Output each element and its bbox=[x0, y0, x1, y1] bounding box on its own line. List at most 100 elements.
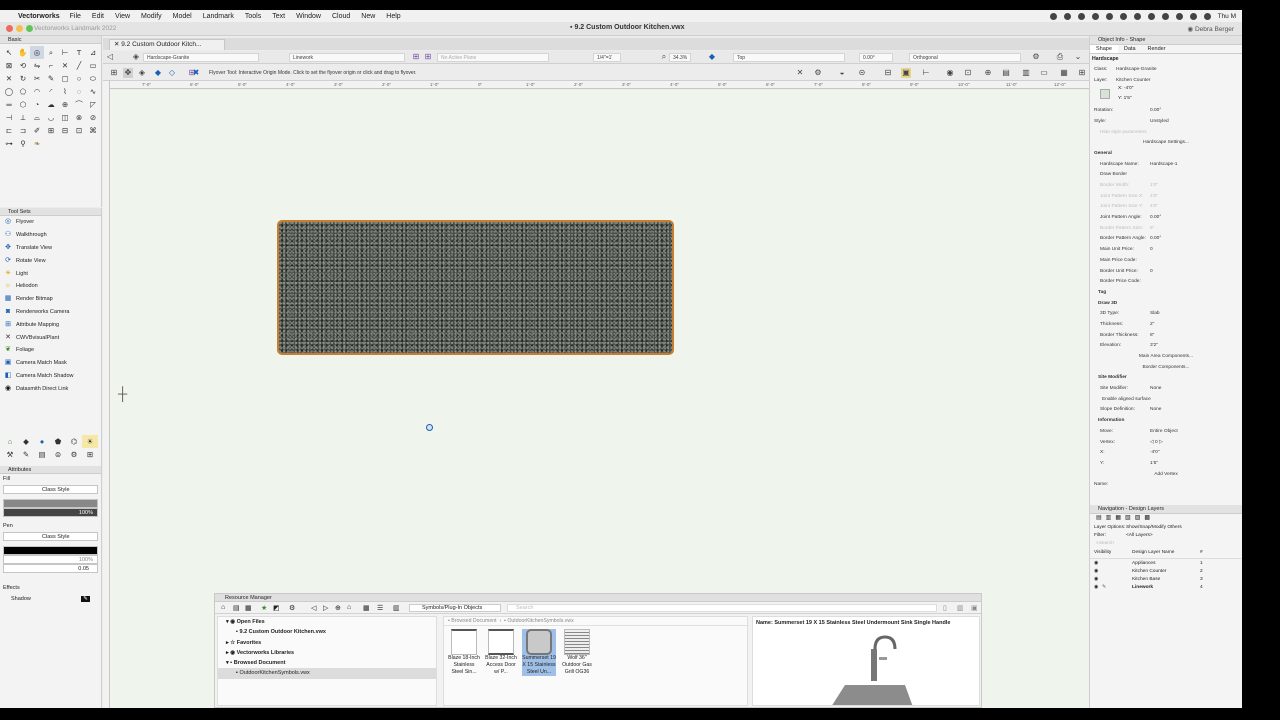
pan-tool-icon[interactable]: ✋ bbox=[16, 46, 30, 59]
oip-draw3d-section[interactable]: Draw 3D bbox=[1090, 298, 1242, 309]
landscape-brush-icon[interactable]: ❧ bbox=[30, 137, 44, 150]
oip-enable-aligned-row[interactable]: Enable aligned surface bbox=[1090, 394, 1242, 405]
col-layer-number[interactable]: # bbox=[1200, 550, 1203, 555]
oval-tool-icon[interactable]: ⬭ bbox=[86, 72, 100, 85]
oip-slope-select[interactable]: None bbox=[1148, 407, 1242, 412]
crumb-browsed-document[interactable]: Browsed Document bbox=[451, 618, 496, 624]
snap-c-icon[interactable]: ◒ bbox=[837, 68, 847, 78]
mode-b-icon[interactable]: ◈ bbox=[137, 68, 147, 78]
snap-b-icon[interactable]: ⚙ bbox=[813, 68, 823, 78]
filter-select[interactable]: <All Layers> bbox=[1126, 533, 1153, 538]
rounded-rect-tool-icon[interactable]: ▢ bbox=[58, 72, 72, 85]
oip-move-select[interactable]: Entire Object bbox=[1148, 429, 1242, 434]
oip-vertex-stepper[interactable]: ◁ 0 ▷ bbox=[1148, 440, 1242, 445]
shape-c-icon[interactable]: ◫ bbox=[58, 111, 72, 124]
menu-modify[interactable]: Modify bbox=[141, 13, 162, 20]
fill-style-select[interactable]: Class Style bbox=[3, 485, 98, 494]
library-filter-select[interactable]: Symbols/Plug-In Objects bbox=[409, 604, 501, 612]
add-vertex-button[interactable]: Add Vertex bbox=[1090, 469, 1242, 480]
attribute-tool-icon[interactable]: ✕ bbox=[2, 72, 16, 85]
trim-tool-icon[interactable]: ⊣ bbox=[2, 111, 16, 124]
text-tool-icon[interactable]: T bbox=[72, 46, 86, 59]
nav-tab-f-icon[interactable]: ▩ bbox=[1144, 514, 1150, 523]
snap-j-icon[interactable]: ⊕ bbox=[983, 68, 993, 78]
wifi-icon[interactable] bbox=[1133, 12, 1141, 20]
rm-folder-icon[interactable]: ▤ bbox=[233, 604, 240, 612]
callout-tool-icon[interactable]: ⊿ bbox=[86, 46, 100, 59]
tree-current-file[interactable]: ▪ 9.2 Custom Outdoor Kitchen.vwx bbox=[218, 627, 436, 637]
connect-tool-icon[interactable]: ⟂ bbox=[16, 111, 30, 124]
tool-translate-view[interactable]: ✥ Translate View bbox=[0, 242, 101, 255]
menu-tools[interactable]: Tools bbox=[245, 13, 261, 20]
pencil-tool-icon[interactable]: ✐ bbox=[30, 124, 44, 137]
centerline-tool-icon[interactable]: ⊕ bbox=[58, 98, 72, 111]
oip-row-field[interactable]: 0 bbox=[1148, 269, 1242, 274]
oip-hide-style-row[interactable]: Hide style parameters bbox=[1090, 127, 1242, 138]
oip-row-field[interactable]: 6" bbox=[1148, 226, 1242, 231]
rm-up-icon[interactable]: ⊕ bbox=[335, 604, 341, 612]
nav-tab-e-icon[interactable]: ▨ bbox=[1135, 514, 1141, 523]
snap-n-icon[interactable]: ▦ bbox=[1059, 68, 1069, 78]
tree-browsed-file[interactable]: ▪ OutdoorKitchenSymbols.vwx bbox=[218, 668, 436, 679]
menu-new[interactable]: New bbox=[361, 13, 375, 20]
nav-tab-d-icon[interactable]: ▧ bbox=[1125, 514, 1131, 523]
tool-camera-match-shadow[interactable]: ◧ Camera Match Shadow bbox=[0, 370, 101, 383]
selection-tool-icon[interactable]: ↖ bbox=[2, 46, 16, 59]
granite-countertop-hardscape[interactable] bbox=[277, 220, 674, 355]
tool-set-e-icon[interactable]: ⌬ bbox=[66, 435, 82, 448]
rm-favorite-icon[interactable]: ★ bbox=[261, 604, 267, 612]
oip-layer-select[interactable]: Kitchen Counter bbox=[1114, 78, 1242, 83]
tool-foliage[interactable]: ❦ Foliage bbox=[0, 344, 101, 357]
oip-row-field[interactable]: 4'0" bbox=[1148, 194, 1242, 199]
zoom-window-icon[interactable] bbox=[26, 25, 33, 32]
oip-row-field[interactable]: 2" bbox=[1148, 322, 1242, 327]
rm-forward-icon[interactable]: ▷ bbox=[323, 604, 328, 612]
battery-icon[interactable] bbox=[1077, 12, 1085, 20]
circle-tool-icon[interactable]: ○ bbox=[72, 72, 86, 85]
revision-cloud-tool-icon[interactable]: ☁ bbox=[44, 98, 58, 111]
shadow-row[interactable]: Shadow ✎ bbox=[3, 596, 98, 602]
tool-set-visualization-icon[interactable]: ☀ bbox=[82, 435, 98, 448]
layer-row[interactable]: ◉ Kitchen Counter 2 bbox=[1090, 567, 1242, 575]
join-tool-icon[interactable]: ⊐ bbox=[16, 124, 30, 137]
tool-light[interactable]: ☀ Light bbox=[0, 267, 101, 280]
position-anchor-icon[interactable] bbox=[1100, 89, 1110, 100]
visibility-eye-icon[interactable]: ◉ bbox=[1090, 561, 1102, 566]
snap-i-icon[interactable]: ⊡ bbox=[963, 68, 973, 78]
shape-i-icon[interactable]: ⌘ bbox=[86, 124, 100, 137]
shape-e-icon[interactable]: ⊘ bbox=[86, 111, 100, 124]
menu-window[interactable]: Window bbox=[296, 13, 321, 20]
tool-cwvbvisualplant[interactable]: ✕ CWVBvisualPlant bbox=[0, 331, 101, 344]
pen-opacity[interactable]: 100% bbox=[3, 555, 98, 564]
quarter-arc-tool-icon[interactable]: ◜ bbox=[44, 85, 58, 98]
mode-d-icon[interactable]: ◇ bbox=[167, 68, 177, 78]
split-tool-icon[interactable]: ✂ bbox=[30, 72, 44, 85]
shape-a-icon[interactable]: ⌓ bbox=[30, 111, 44, 124]
rectangle-tool-icon[interactable]: ▭ bbox=[86, 59, 100, 72]
oip-row-field[interactable]: 8" bbox=[1148, 333, 1242, 338]
freehand-tool-icon[interactable]: ∿ bbox=[86, 85, 100, 98]
tool-set-c-icon[interactable]: ● bbox=[34, 435, 50, 448]
oip-vertex-x-field[interactable]: -4'0" bbox=[1148, 450, 1242, 455]
rm-tag-icon[interactable]: ◩ bbox=[273, 604, 280, 612]
rm-home2-icon[interactable]: ⌂ bbox=[347, 604, 351, 611]
standard-view-select[interactable]: Top bbox=[733, 53, 845, 62]
fillet-tool-icon[interactable]: ⌒ bbox=[72, 98, 86, 111]
user-name[interactable]: ◉ Debra Berger bbox=[1187, 25, 1234, 33]
snap-f-icon[interactable]: ▣ bbox=[901, 68, 911, 78]
tab-render[interactable]: Render bbox=[1142, 45, 1172, 53]
shape-g-icon[interactable]: ⊟ bbox=[58, 124, 72, 137]
active-layer-select[interactable]: Linework bbox=[289, 53, 405, 62]
fill-opacity[interactable]: 100% bbox=[3, 508, 98, 517]
col-visibility[interactable]: Visibility bbox=[1090, 550, 1132, 555]
visibility-eye-icon[interactable]: ◉ bbox=[1090, 577, 1102, 582]
snap-o-icon[interactable]: ⊞ bbox=[1077, 68, 1087, 78]
tool-set-k-icon[interactable]: ⊞ bbox=[82, 448, 98, 461]
snap-d-icon[interactable]: ⊝ bbox=[857, 68, 867, 78]
rm-back-icon[interactable]: ◁ bbox=[311, 604, 316, 612]
oip-row-field[interactable]: 4'0" bbox=[1148, 204, 1242, 209]
layer-options-icon[interactable]: ⊞ bbox=[411, 52, 421, 62]
double-line-tool-icon[interactable]: ═ bbox=[2, 98, 16, 111]
oip-class-select[interactable]: Hardscape-Granite bbox=[1114, 67, 1242, 72]
tab-shape[interactable]: Shape bbox=[1090, 45, 1118, 53]
